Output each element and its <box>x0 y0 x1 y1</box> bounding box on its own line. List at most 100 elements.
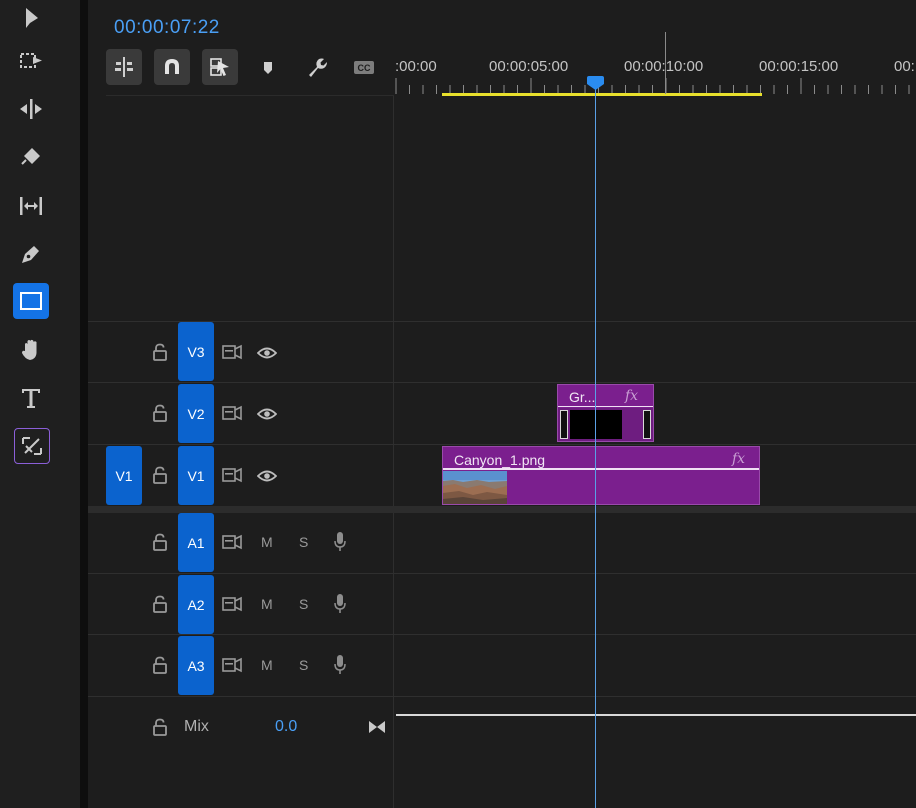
mix-track-label: Mix <box>184 718 209 735</box>
marker-icon <box>264 62 272 74</box>
source-patch-v1[interactable]: V1 <box>106 446 142 505</box>
ripple-edit-icon <box>20 99 42 119</box>
microphone-icon[interactable] <box>333 593 347 615</box>
fx-badge[interactable]: fx <box>625 388 638 404</box>
sync-lock-icon[interactable] <box>222 534 242 550</box>
sync-lock-icon[interactable] <box>222 657 242 673</box>
snap-button[interactable] <box>154 49 190 85</box>
track-target-v3[interactable]: V3 <box>178 322 214 381</box>
linked-selection-icon <box>210 58 229 76</box>
eye-icon[interactable] <box>257 469 277 483</box>
mute-track-button[interactable]: M <box>261 534 273 550</box>
go-to-end-icon[interactable] <box>367 719 387 735</box>
track-separator <box>88 696 916 697</box>
hover-indicator <box>665 32 666 94</box>
ripple-edit-tool[interactable] <box>12 90 50 128</box>
track-separator <box>88 634 916 635</box>
razor-tool[interactable] <box>12 138 50 176</box>
mute-track-button[interactable]: M <box>261 596 273 612</box>
track-lock-icon[interactable] <box>151 533 169 551</box>
canyon-thumbnail <box>443 471 507 504</box>
ruler-label: 00:00:15:00 <box>759 58 839 75</box>
cc-icon: CC <box>354 61 374 74</box>
track-lock-icon[interactable] <box>151 595 169 613</box>
pen-tool[interactable] <box>12 235 50 273</box>
add-marker-button[interactable] <box>250 49 286 85</box>
mix-volume-line[interactable] <box>396 714 916 716</box>
magnet-icon <box>165 59 179 74</box>
track-header-divider[interactable] <box>393 96 394 808</box>
track-separator <box>88 573 916 574</box>
header-separator <box>106 95 394 96</box>
solo-track-button[interactable]: S <box>299 534 308 550</box>
fx-badge[interactable]: fx <box>732 451 745 467</box>
track-lock-icon[interactable] <box>151 718 169 736</box>
selection-tool[interactable] <box>12 0 50 38</box>
track-lock-icon[interactable] <box>151 656 169 674</box>
ruler-label: 00:00:05:00 <box>489 58 569 75</box>
track-select-tool[interactable] <box>12 42 50 80</box>
sync-lock-icon[interactable] <box>222 344 242 360</box>
tools-panel <box>0 0 80 808</box>
clip-name: Canyon_1.png <box>454 452 546 468</box>
remix-icon <box>22 437 42 455</box>
insert-sequence-nest-button[interactable] <box>106 49 142 85</box>
ruler-label: 00:00:10:00 <box>624 58 704 75</box>
playhead-timecode[interactable]: 00:00:07:22 <box>114 17 220 39</box>
sync-lock-icon[interactable] <box>222 405 242 421</box>
track-separator <box>88 382 916 383</box>
track-separator <box>88 444 916 445</box>
clip-divider <box>558 406 653 407</box>
svg-text:CC: CC <box>358 63 371 73</box>
graphic-clip[interactable]: Gr... fx <box>557 384 654 442</box>
track-target-a3[interactable]: A3 <box>178 636 214 695</box>
track-lock-icon[interactable] <box>151 466 169 484</box>
track-target-a2[interactable]: A2 <box>178 575 214 634</box>
mute-track-button[interactable]: M <box>261 657 273 673</box>
work-area-bar[interactable] <box>442 93 762 96</box>
playhead-line[interactable] <box>595 78 596 808</box>
sync-lock-icon[interactable] <box>222 467 242 483</box>
panel-divider[interactable] <box>80 0 88 808</box>
rectangle-icon <box>20 292 42 310</box>
slip-tool[interactable] <box>12 187 50 225</box>
microphone-icon[interactable] <box>333 531 347 553</box>
audio-video-divider[interactable] <box>88 506 916 513</box>
nest-icon <box>115 57 133 77</box>
type-tool[interactable] <box>12 379 50 417</box>
track-target-a1[interactable]: A1 <box>178 513 214 572</box>
track-lock-icon[interactable] <box>151 404 169 422</box>
captions-button[interactable]: CC <box>346 49 382 85</box>
arrow-icon <box>26 8 38 28</box>
rectangle-tool[interactable] <box>13 283 49 319</box>
clip-thumbnail-strip <box>558 408 653 441</box>
frame-thumbnail <box>570 410 622 439</box>
clip-divider <box>443 468 759 470</box>
playhead-handle[interactable] <box>587 76 604 90</box>
ruler-label: :00:00 <box>395 58 437 75</box>
microphone-icon[interactable] <box>333 654 347 676</box>
track-target-v2[interactable]: V2 <box>178 384 214 443</box>
track-target-v1[interactable]: V1 <box>178 446 214 505</box>
solo-track-button[interactable]: S <box>299 657 308 673</box>
canyon-image-clip[interactable]: Canyon_1.png fx <box>442 446 760 505</box>
wrench-icon <box>309 58 327 77</box>
hand-icon <box>22 339 37 360</box>
solo-track-button[interactable]: S <box>299 596 308 612</box>
type-icon <box>22 389 40 408</box>
frame-thumbnail <box>560 410 568 439</box>
track-lock-icon[interactable] <box>151 343 169 361</box>
eye-icon[interactable] <box>257 407 277 421</box>
razor-icon <box>21 148 40 165</box>
pen-icon <box>22 246 39 263</box>
remix-tool[interactable] <box>14 428 50 464</box>
mix-volume-value[interactable]: 0.0 <box>275 718 297 736</box>
timeline-settings-button[interactable] <box>298 49 334 85</box>
eye-icon[interactable] <box>257 346 277 360</box>
track-select-icon <box>20 53 42 68</box>
clip-name: Gr... <box>569 389 596 405</box>
slip-icon <box>20 197 42 215</box>
hand-tool[interactable] <box>12 331 50 369</box>
linked-selection-button[interactable] <box>202 49 238 85</box>
sync-lock-icon[interactable] <box>222 596 242 612</box>
